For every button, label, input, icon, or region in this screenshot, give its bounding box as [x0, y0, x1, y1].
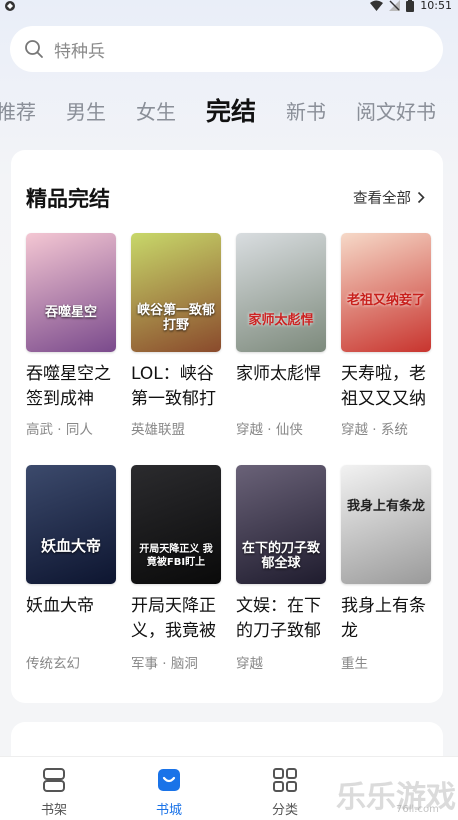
- tab-male[interactable]: 男生: [66, 96, 106, 125]
- cover-title: 峡谷第一致郁打野: [136, 303, 215, 333]
- tab-female[interactable]: 女生: [136, 96, 176, 125]
- nav-label: 分类: [271, 803, 298, 818]
- book-card[interactable]: 妖血大帝 妖血大帝 传统玄幻: [26, 465, 116, 672]
- book-title[interactable]: 天寿啦，老祖又又又纳: [341, 362, 431, 412]
- book-tags: 穿越 · 仙侠: [236, 422, 303, 438]
- book-cover[interactable]: 在下的刀子致郁全球: [236, 465, 326, 584]
- cover-title: 家师太彪悍: [248, 313, 314, 328]
- book-cover[interactable]: 峡谷第一致郁打野: [131, 233, 221, 352]
- cover-title: 在下的刀子致郁全球: [241, 541, 320, 571]
- cover-title: 吞噬星空: [44, 305, 97, 320]
- nav-bookstore[interactable]: 书城: [139, 767, 199, 818]
- watermark-url: 76ll.com: [396, 804, 439, 815]
- book-tags: 穿越 · 系统: [341, 422, 408, 438]
- search-icon: [25, 40, 43, 58]
- book-cover[interactable]: 吞噬星空: [26, 233, 116, 352]
- book-title[interactable]: LOL：峡谷第一致郁打: [131, 362, 221, 412]
- wifi-icon: [370, 0, 384, 11]
- signal-off-icon: [389, 0, 401, 11]
- nav-bookshelf[interactable]: 书架: [24, 767, 84, 818]
- tab-good-books[interactable]: 阅文好书: [356, 96, 436, 125]
- search-placeholder: 特种兵: [54, 41, 105, 62]
- settings-icon: [5, 1, 15, 11]
- book-title[interactable]: 我身上有条龙: [341, 594, 431, 644]
- nav-category[interactable]: 分类: [255, 767, 315, 818]
- bookshelf-icon: [43, 768, 65, 792]
- nav-label: 书架: [40, 803, 67, 818]
- book-title[interactable]: 吞噬星空之签到成神: [26, 362, 116, 412]
- book-cover[interactable]: 开局天降正义 我竟被FBI盯上: [131, 465, 221, 584]
- tab-completed[interactable]: 完结: [206, 92, 256, 128]
- chevron-right-icon: [417, 191, 425, 204]
- grid-icon: [273, 768, 297, 792]
- book-cover[interactable]: 老祖又纳妾了: [341, 233, 431, 352]
- book-card[interactable]: 峡谷第一致郁打野 LOL：峡谷第一致郁打 英雄联盟: [131, 233, 221, 438]
- section-title: 精品完结: [26, 187, 110, 211]
- book-title[interactable]: 文娱：在下的刀子致郁: [236, 594, 326, 644]
- book-tags: 穿越: [236, 656, 263, 672]
- status-bar: 10:51: [0, 0, 458, 14]
- book-cover[interactable]: 我身上有条龙: [341, 465, 431, 584]
- book-tags: 重生: [341, 656, 368, 672]
- book-row: 妖血大帝 妖血大帝 传统玄幻 开局天降正义 我竟被FBI盯上 开局天降正义，我竟…: [26, 465, 431, 672]
- category-tabs: 推荐 男生 女生 完结 新书 阅文好书: [0, 90, 458, 130]
- tab-recommend[interactable]: 推荐: [0, 96, 36, 125]
- featured-completed-section: 精品完结 查看全部 吞噬星空 吞噬星空之签到成神 高武 · 同人 峡谷第一致郁打…: [11, 150, 443, 703]
- cover-title: 开局天降正义 我竟被FBI盯上: [139, 544, 213, 568]
- tab-new-books[interactable]: 新书: [286, 96, 326, 125]
- book-card[interactable]: 老祖又纳妾了 天寿啦，老祖又又又纳 穿越 · 系统: [341, 233, 431, 438]
- book-card[interactable]: 在下的刀子致郁全球 文娱：在下的刀子致郁 穿越: [236, 465, 326, 672]
- cover-title: 老祖又纳妾了: [346, 293, 425, 308]
- book-row: 吞噬星空 吞噬星空之签到成神 高武 · 同人 峡谷第一致郁打野 LOL：峡谷第一…: [26, 233, 431, 438]
- book-card[interactable]: 吞噬星空 吞噬星空之签到成神 高武 · 同人: [26, 233, 116, 438]
- search-bar[interactable]: 特种兵: [10, 26, 443, 72]
- battery-icon: [406, 0, 415, 12]
- book-title[interactable]: 妖血大帝: [26, 594, 116, 644]
- book-card[interactable]: 家师太彪悍 家师太彪悍 穿越 · 仙侠: [236, 233, 326, 438]
- book-title[interactable]: 开局天降正义，我竟被: [131, 594, 221, 644]
- cover-title: 妖血大帝: [40, 537, 101, 555]
- cover-title: 我身上有条龙: [346, 499, 425, 514]
- nav-label: 书城: [155, 803, 182, 818]
- book-title[interactable]: 家师太彪悍: [236, 362, 326, 412]
- book-card[interactable]: 我身上有条龙 我身上有条龙 重生: [341, 465, 431, 672]
- view-all-label: 查看全部: [353, 191, 411, 207]
- book-tags: 高武 · 同人: [26, 422, 93, 438]
- bookstore-icon: [158, 769, 180, 791]
- book-tags: 传统玄幻: [26, 656, 80, 672]
- book-tags: 英雄联盟: [131, 422, 185, 438]
- book-card[interactable]: 开局天降正义 我竟被FBI盯上 开局天降正义，我竟被 军事 · 脑洞: [131, 465, 221, 672]
- book-tags: 军事 · 脑洞: [131, 656, 198, 672]
- book-cover[interactable]: 妖血大帝: [26, 465, 116, 584]
- status-time: 10:51: [420, 0, 452, 12]
- book-cover[interactable]: 家师太彪悍: [236, 233, 326, 352]
- view-all-button[interactable]: 查看全部: [353, 187, 425, 208]
